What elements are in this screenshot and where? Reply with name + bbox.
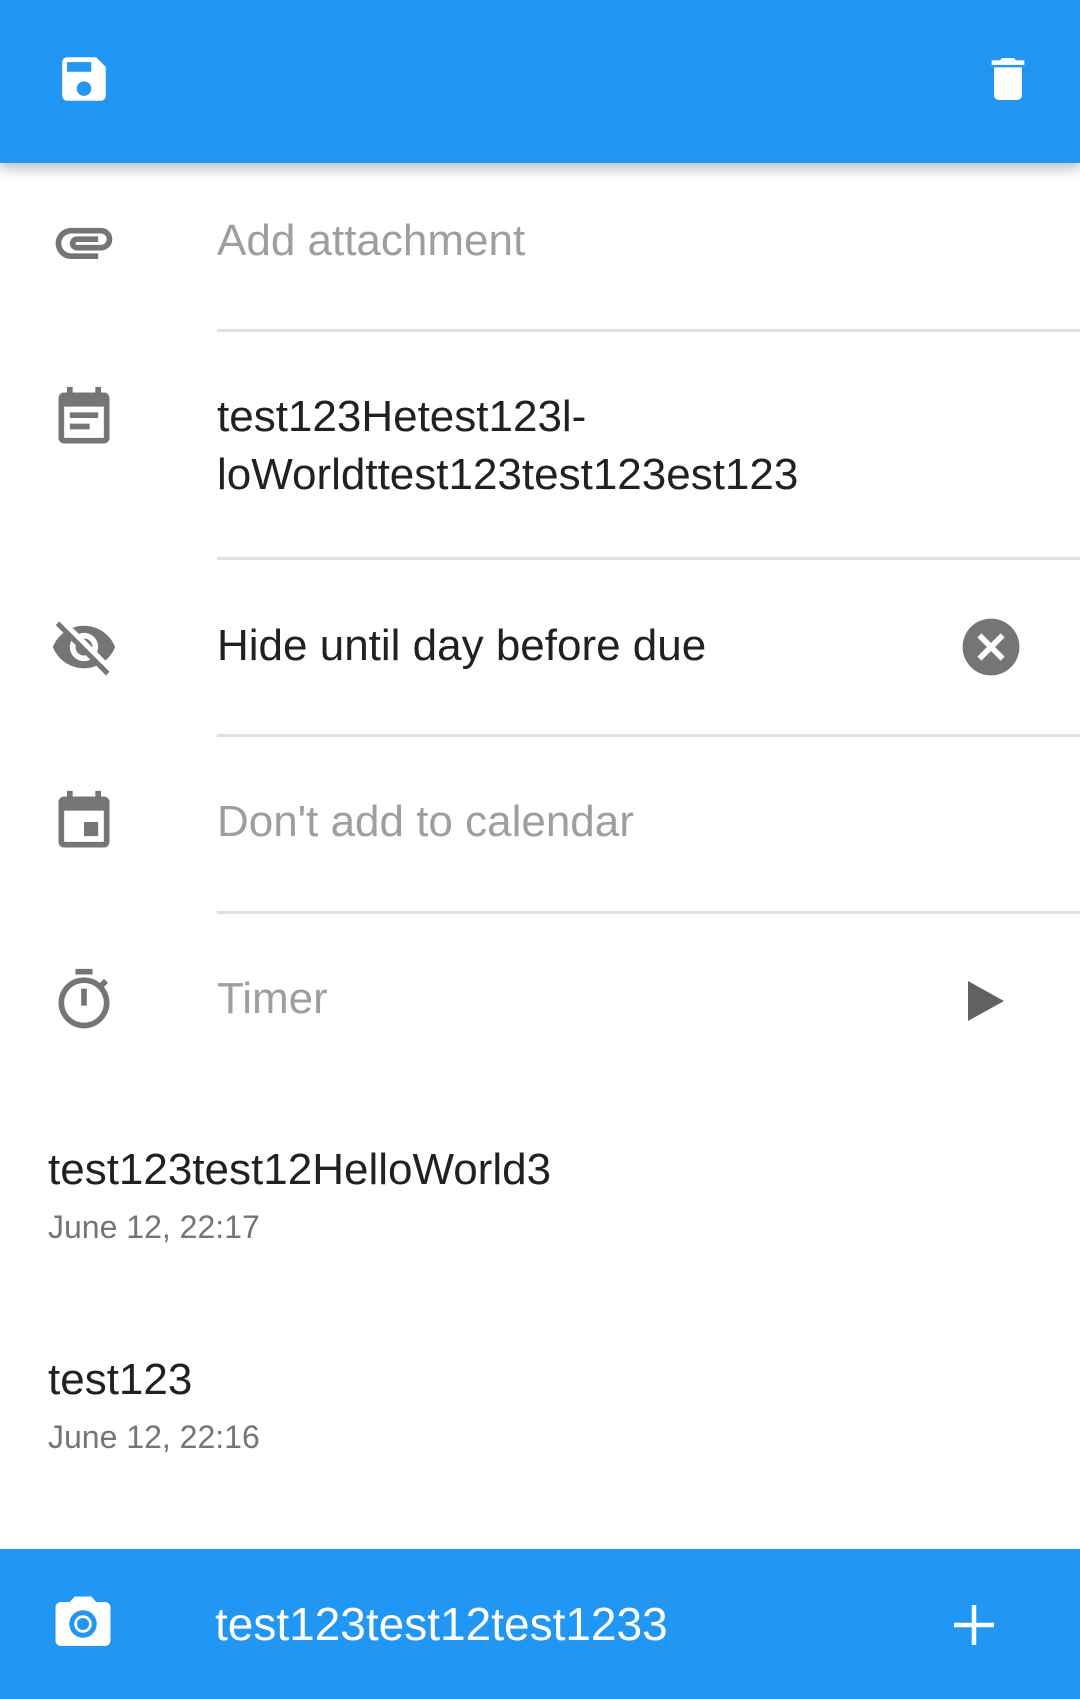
top-app-bar xyxy=(0,0,1080,163)
delete-icon[interactable] xyxy=(980,50,1036,108)
clear-icon[interactable] xyxy=(960,616,1022,678)
save-icon[interactable] xyxy=(55,50,113,108)
timer-label[interactable]: Timer xyxy=(217,970,328,1028)
add-attachment-label[interactable]: Add attachment xyxy=(217,212,525,270)
calendar-label[interactable]: Don't add to calendar xyxy=(217,793,634,851)
camera-icon[interactable] xyxy=(50,1591,116,1657)
event-note-icon xyxy=(50,384,118,452)
play-icon[interactable] xyxy=(966,980,1006,1022)
timer-icon xyxy=(50,966,118,1034)
paperclip-icon xyxy=(50,208,118,276)
visibility-off-icon xyxy=(50,613,118,681)
comment-text: test123 xyxy=(48,1355,193,1404)
description-line-1[interactable]: test123Hetest123l- xyxy=(217,388,586,446)
comment-date: June 12, 22:17 xyxy=(48,1209,260,1245)
description-line-2[interactable]: loWorldttest123test123est123 xyxy=(217,446,798,504)
comment-text: test123test12HelloWorld3 xyxy=(48,1145,552,1194)
divider xyxy=(217,557,1080,560)
add-icon[interactable] xyxy=(952,1603,996,1647)
hide-until-value[interactable]: Hide until day before due xyxy=(217,617,706,675)
comment-bar: test123test12test1233 xyxy=(0,1549,1080,1699)
comment-input[interactable]: test123test12test1233 xyxy=(215,1597,668,1651)
divider xyxy=(217,734,1080,737)
comment-date: June 12, 22:16 xyxy=(48,1419,260,1455)
divider xyxy=(217,329,1080,332)
calendar-icon xyxy=(50,788,118,856)
divider xyxy=(217,911,1080,914)
